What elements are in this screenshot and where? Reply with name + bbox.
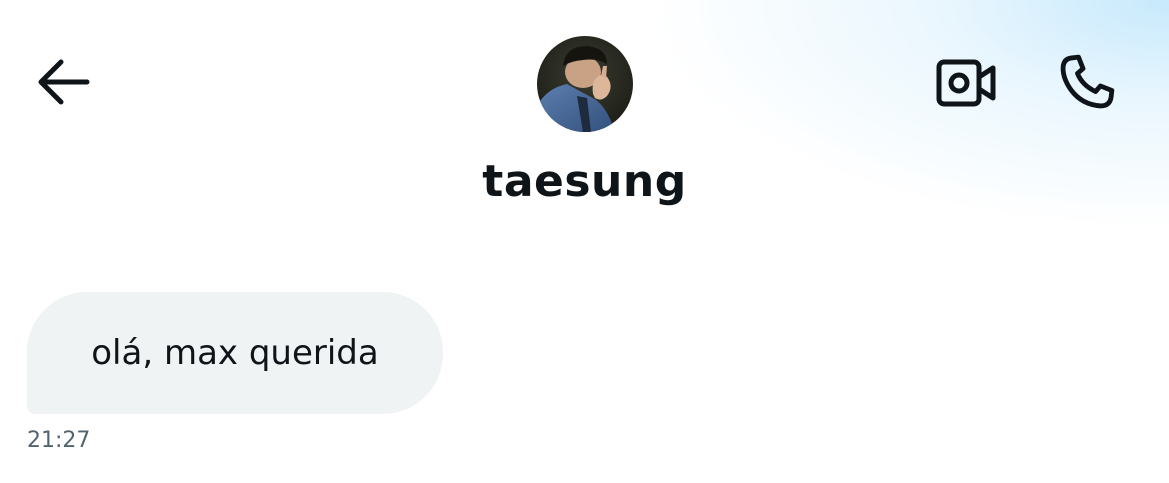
contact-name[interactable]: taesung [0, 152, 1169, 212]
message-text: olá, max querida [91, 333, 379, 373]
message-timestamp: 21:27 [27, 428, 91, 453]
avatar[interactable] [537, 36, 633, 132]
video-camera-icon [936, 59, 996, 107]
video-call-button[interactable] [930, 52, 1002, 114]
contact-avatar-image [537, 36, 633, 132]
voice-call-button[interactable] [1050, 48, 1122, 118]
arrow-left-icon [38, 59, 90, 105]
message-bubble-incoming[interactable]: olá, max querida [27, 292, 443, 414]
conversation-header: taesung [0, 0, 1169, 236]
back-button[interactable] [28, 52, 94, 112]
phone-icon [1060, 54, 1115, 109]
dm-conversation-screen: taesung olá, max querida 21:27 [0, 0, 1169, 483]
